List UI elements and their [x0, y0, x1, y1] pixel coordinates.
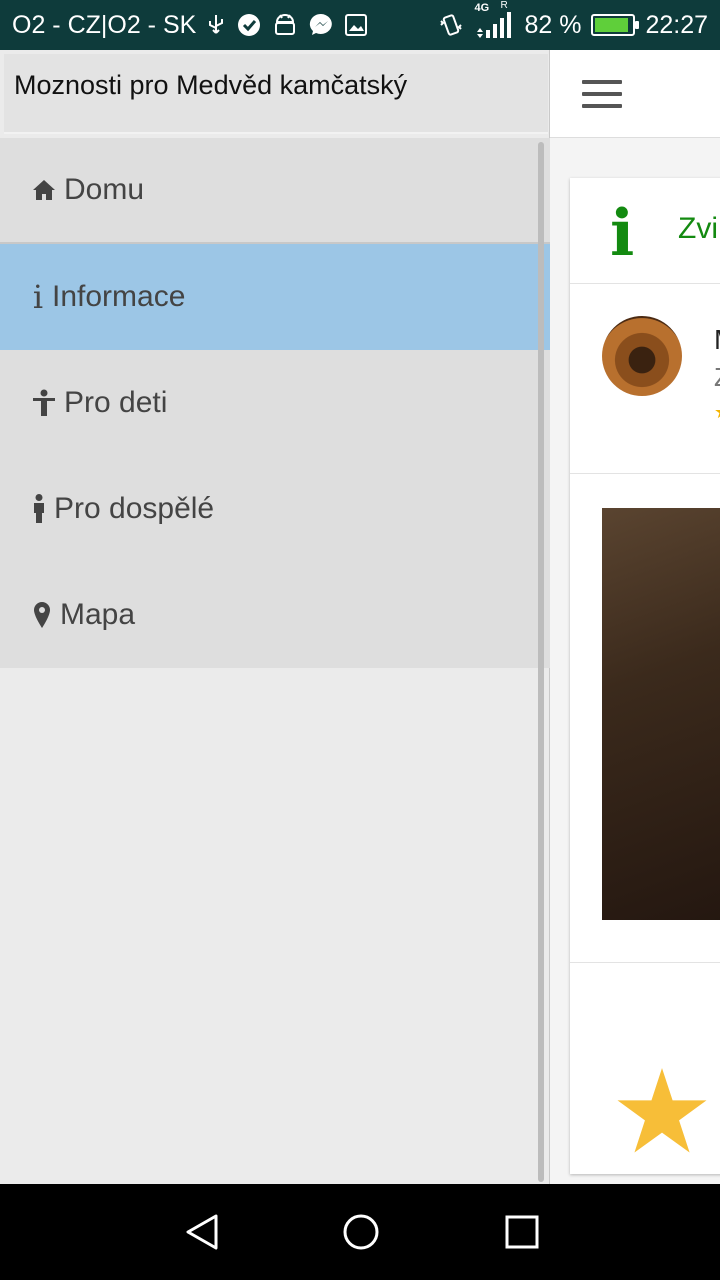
- star-icon: ★: [714, 402, 720, 423]
- bear-photo: [602, 508, 720, 920]
- info-icon: i: [32, 278, 44, 316]
- drawer-menu: Domu i Informace Pro deti Pro dospělé Ma…: [0, 138, 550, 668]
- drawer-title: Moznosti pro Medvěd kamčatský: [14, 70, 408, 100]
- image-icon: [344, 13, 368, 37]
- network-type-label: 4G: [474, 2, 490, 14]
- vibrate-icon: [438, 12, 464, 38]
- info-icon: i: [610, 196, 635, 271]
- divider: [570, 962, 720, 963]
- card-header: i Zvi: [570, 178, 720, 284]
- profile-subtitle: Z: [714, 362, 720, 393]
- battery-percent: 82 %: [524, 10, 582, 39]
- home-nav-icon[interactable]: [341, 1212, 381, 1252]
- home-icon: [32, 179, 56, 201]
- menu-item-mapa[interactable]: Mapa: [0, 562, 550, 668]
- rating-star-icon[interactable]: ★: [610, 1054, 714, 1170]
- check-shield-icon: [236, 12, 262, 38]
- drawer-header: Moznosti pro Medvěd kamčatský: [4, 54, 548, 134]
- carrier-label: O2 - CZ|O2 - SK: [12, 10, 197, 39]
- menu-item-label: Pro dospělé: [54, 492, 215, 525]
- clock: 22:27: [645, 10, 708, 39]
- profile-name: M: [714, 324, 720, 356]
- child-icon: [32, 389, 56, 417]
- status-bar: O2 - CZ|O2 - SK 4G R 82 % 22:27: [0, 0, 720, 50]
- menu-item-informace[interactable]: i Informace: [0, 244, 550, 350]
- battery-icon: [591, 14, 640, 36]
- menu-item-label: Informace: [52, 280, 186, 313]
- menu-item-pro-dospele[interactable]: Pro dospělé: [0, 456, 550, 562]
- signal-icon: 4G R: [474, 0, 514, 40]
- card-profile: M Z ★: [570, 284, 720, 474]
- menu-item-domu[interactable]: Domu: [0, 138, 550, 244]
- usb-icon: [206, 13, 226, 37]
- card-header-title: Zvi: [678, 212, 718, 245]
- app-bar: [550, 50, 720, 138]
- system-nav-bar: [0, 1184, 720, 1280]
- navigation-drawer: Moznosti pro Medvěd kamčatský Domu i Inf…: [0, 50, 550, 1184]
- menu-icon[interactable]: [582, 80, 622, 108]
- menu-item-label: Domu: [64, 173, 145, 206]
- android-icon: [272, 12, 298, 38]
- messenger-icon: [308, 12, 334, 38]
- back-icon[interactable]: [182, 1212, 222, 1252]
- adult-icon: [32, 494, 46, 524]
- menu-item-pro-deti[interactable]: Pro deti: [0, 350, 550, 456]
- info-card: i Zvi M Z ★ ★: [570, 178, 720, 1174]
- avatar: [602, 316, 682, 396]
- menu-item-label: Mapa: [60, 598, 136, 631]
- map-marker-icon: [32, 601, 52, 629]
- roaming-label: R: [500, 0, 508, 11]
- scrollbar[interactable]: [538, 142, 544, 1182]
- menu-item-label: Pro deti: [64, 386, 168, 419]
- recents-icon[interactable]: [502, 1212, 542, 1252]
